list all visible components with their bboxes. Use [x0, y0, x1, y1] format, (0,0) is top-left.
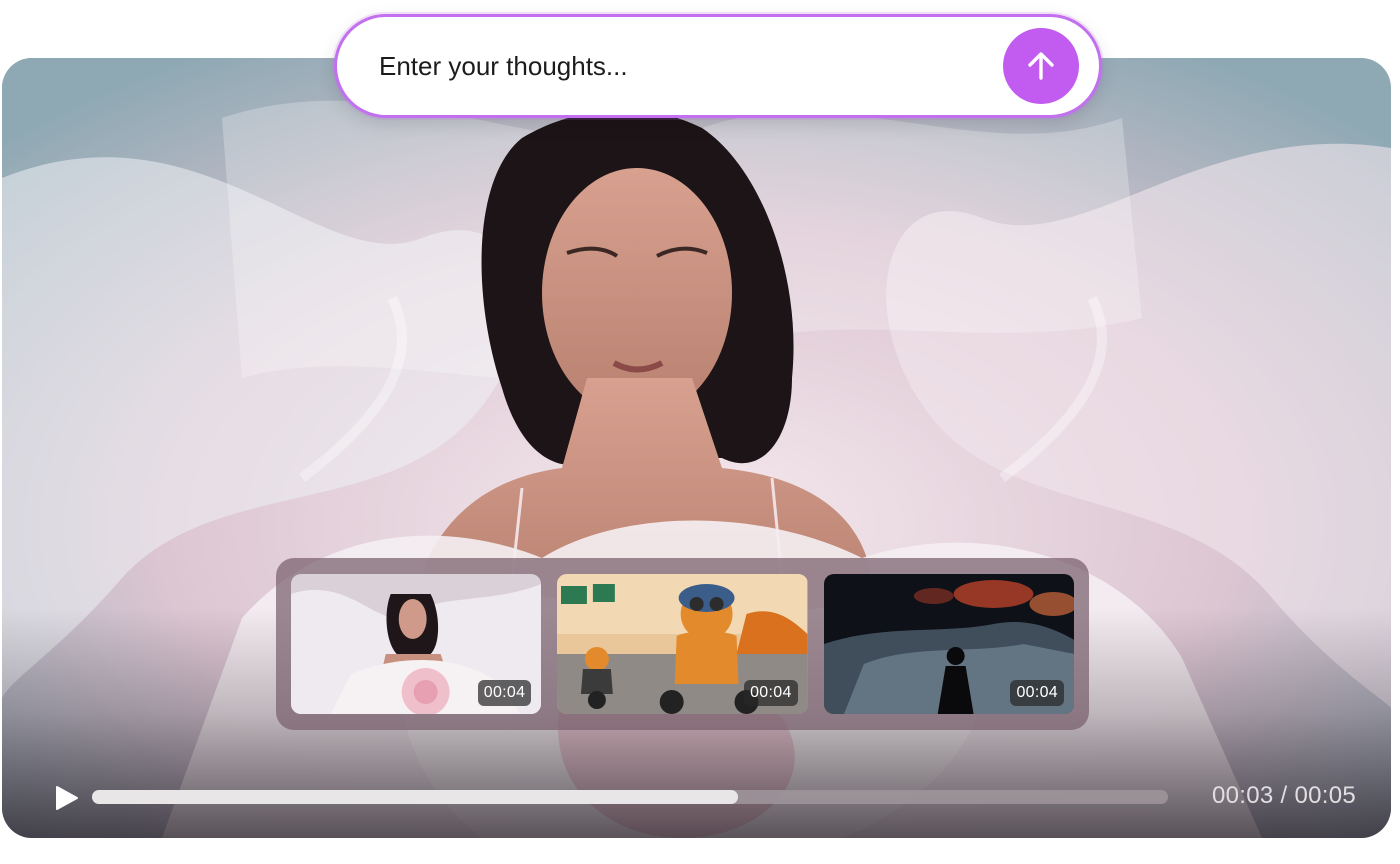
arrow-up-icon [1028, 52, 1054, 80]
thumbnail-duration: 00:04 [1010, 680, 1064, 706]
current-time: 00:03 [1211, 782, 1274, 809]
play-button[interactable] [52, 784, 82, 812]
thumbnail-duration: 00:04 [477, 680, 532, 706]
thumbnail-silhouette-smoke[interactable]: 00:04 [823, 574, 1074, 714]
prompt-box [334, 14, 1102, 118]
thumbnail-duration: 00:04 [744, 680, 798, 706]
video-generator-card: 00:04 00:04 [0, 0, 1400, 864]
total-time: 00:05 [1294, 782, 1356, 809]
time-readout: 00:03 / 00:05 [1196, 782, 1356, 810]
progress-bar[interactable] [92, 790, 1168, 804]
time-separator: / [1280, 782, 1288, 809]
thumbnail-strip: 00:04 00:04 00:04 [276, 558, 1089, 730]
send-button[interactable] [1003, 28, 1079, 104]
progress-fill [92, 790, 738, 804]
prompt-input[interactable] [337, 17, 1003, 115]
thumbnail-cat-on-motorcycle[interactable]: 00:04 [557, 574, 808, 714]
thumbnail-woman-in-petals[interactable]: 00:04 [291, 574, 542, 714]
play-icon [56, 786, 78, 810]
